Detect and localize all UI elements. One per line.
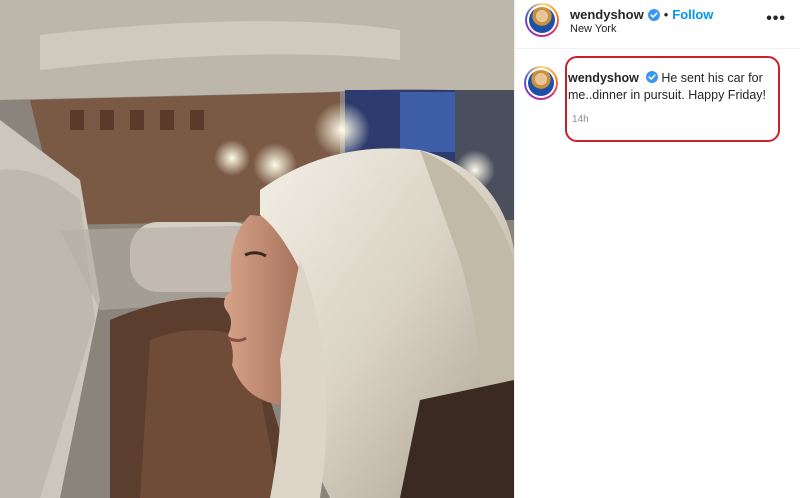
header-name-row: wendyshow • Follow bbox=[570, 7, 713, 22]
post-photo-image bbox=[0, 0, 514, 498]
verified-badge-icon bbox=[647, 8, 660, 21]
separator-dot: • bbox=[663, 7, 669, 22]
more-options-icon[interactable]: ••• bbox=[766, 10, 786, 28]
caption-avatar[interactable] bbox=[524, 66, 558, 100]
follow-button[interactable]: Follow bbox=[672, 7, 713, 22]
location-link[interactable]: New York bbox=[570, 23, 616, 35]
highlight-annotation-box bbox=[565, 56, 780, 142]
post-photo[interactable] bbox=[0, 0, 514, 498]
header-username[interactable]: wendyshow bbox=[570, 7, 644, 22]
post-header: wendyshow • Follow New York ••• bbox=[515, 0, 800, 49]
avatar[interactable] bbox=[525, 3, 559, 37]
